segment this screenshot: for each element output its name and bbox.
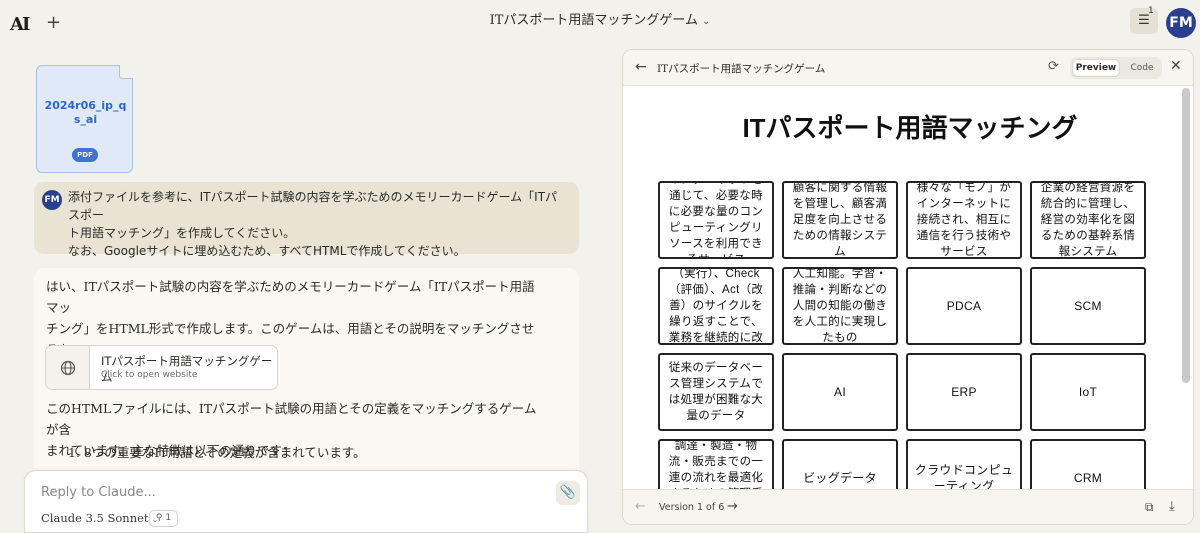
memory-card[interactable]: ビッグデータ <box>782 439 898 489</box>
close-icon[interactable]: ✕ <box>1170 58 1182 74</box>
sliders-icon[interactable]: ☰ <box>1130 8 1158 34</box>
paperclip-icon[interactable]: 📎 <box>556 481 580 505</box>
next-version-arrow-icon[interactable]: → <box>727 499 738 514</box>
artifact-panel-header: ← ITパスポート用語マッチングゲーム ⟳ Preview Code ✕ <box>623 50 1193 86</box>
conversation-title[interactable]: ITパスポート用語マッチングゲーム ⌄ <box>0 9 1200 28</box>
memory-card[interactable]: 顧客に関する情報を管理し、顧客満足度を向上させるための情報システム <box>782 181 898 259</box>
previous-version-arrow-icon[interactable]: ← <box>635 499 646 514</box>
refresh-icon[interactable]: ⟳ <box>1048 59 1059 74</box>
artifact-panel-footer: ← Version 1 of 6 → ⧉ ⤓ <box>623 489 1193 524</box>
artifact-card-title: ITパスポート用語マッチングゲーム <box>101 354 273 384</box>
chevron-down-icon: ⌄ <box>702 16 711 27</box>
memory-card[interactable]: 様々な「モノ」がインターネットに接続され、相互に通信を行う技術やサービス <box>906 181 1022 259</box>
assistant-text-line: このHTMLファイルには、ITパスポート試験の用語とその定義をマッチングするゲー… <box>46 401 537 437</box>
artifact-card[interactable]: ITパスポート用語マッチングゲーム Click to open website <box>45 345 278 390</box>
attachment-file-name: 2024r06_ip_qs_ai <box>44 99 127 126</box>
back-arrow-icon[interactable]: ← <box>635 59 647 75</box>
download-icon[interactable]: ⤓ <box>1169 499 1175 514</box>
view-toggle: Preview Code <box>1070 57 1162 79</box>
copy-icon[interactable]: ⧉ <box>1145 500 1154 515</box>
user-message: FM 添付ファイルを参考に、ITパスポート試験の内容を学ぶためのメモリーカードゲ… <box>34 182 579 258</box>
user-message-text: 添付ファイルを参考に、ITパスポート試験の内容を学ぶためのメモリーカードゲーム「… <box>68 188 568 260</box>
project-count-chip[interactable]: ⚲ 1 <box>149 510 178 527</box>
user-avatar[interactable]: FM <box>1166 8 1196 38</box>
model-name: Claude 3.5 Sonnet <box>41 511 149 525</box>
assistant-message: はい、ITパスポート試験の内容を学ぶためのメモリーカードゲーム「ITパスポート用… <box>34 268 579 478</box>
file-type-badge: PDF <box>72 148 98 162</box>
user-text-line: ト用語マッチング」を作成してください。 <box>68 226 296 240</box>
attachment-card[interactable]: 2024r06_ip_qs_ai PDF <box>36 65 133 173</box>
memory-card[interactable]: 人工知能。学習・推論・判断などの人間の知能の働きを人工的に実現したもの <box>782 267 898 345</box>
memory-card[interactable]: インターネットを通じて、必要な時に必要な量のコンピューティングリソースを利用でき… <box>658 181 774 259</box>
conversation-title-text: ITパスポート用語マッチングゲーム <box>489 13 699 28</box>
reply-composer[interactable]: Reply to Claude... 📎 Claude 3.5 Sonnet ⌄ … <box>24 470 588 533</box>
artifact-panel-title: ITパスポート用語マッチングゲーム <box>657 63 826 75</box>
artifact-panel: ← ITパスポート用語マッチングゲーム ⟳ Preview Code ✕ ITパ… <box>622 49 1194 525</box>
assistant-text-line: はい、ITパスポート試験の内容を学ぶためのメモリーカードゲーム「ITパスポート用… <box>46 279 535 315</box>
memory-card[interactable]: ERP <box>906 353 1022 431</box>
user-text-line: 添付ファイルを参考に、ITパスポート試験の内容を学ぶためのメモリーカードゲーム「… <box>68 190 558 222</box>
list-item: 1. 8つの重要なIT用語とその定義が含まれています。 <box>68 445 366 460</box>
reply-input[interactable]: Reply to Claude... <box>41 485 156 500</box>
globe-icon <box>46 346 90 389</box>
memory-card[interactable]: AI <box>782 353 898 431</box>
artifact-preview: ITパスポート用語マッチング インターネットを通じて、必要な時に必要な量のコンピ… <box>623 86 1193 489</box>
memory-card[interactable]: 調達・製造・物流・販売までの一連の流れを最適化するための管理手法 <box>658 439 774 489</box>
memory-card[interactable]: Plan（計画）、Do（実行）、Check（評価）、Act（改善）のサイクルを繰… <box>658 267 774 345</box>
memory-card[interactable]: PDCA <box>906 267 1022 345</box>
memory-card[interactable]: IoT <box>1030 353 1146 431</box>
chip-count: 1 <box>165 513 172 523</box>
memory-card[interactable]: CRM <box>1030 439 1146 489</box>
code-tab[interactable]: Code <box>1124 59 1160 77</box>
memory-card[interactable]: クラウドコンピューティング <box>906 439 1022 489</box>
user-message-avatar: FM <box>42 190 62 210</box>
preview-scrollbar[interactable] <box>1182 88 1190 383</box>
memory-card[interactable]: 従来のデータベース管理システムでは処理が困難な大量のデータ <box>658 353 774 431</box>
version-indicator: Version 1 of 6 <box>659 502 725 513</box>
tune-count-badge: 1 <box>1148 6 1154 16</box>
artifact-card-subtitle: Click to open website <box>101 370 198 380</box>
user-text-line: なお、Googleサイトに埋め込むため、すべてHTMLで作成してください。 <box>68 244 466 258</box>
model-selector[interactable]: Claude 3.5 Sonnet ⌄ <box>41 511 158 525</box>
top-bar: AI + ITパスポート用語マッチングゲーム ⌄ ☰ 1 FM <box>0 0 1200 48</box>
file-fold-icon <box>119 65 133 79</box>
memory-card[interactable]: 企業の経営資源を統合的に管理し、経営の効率化を図るための基幹系情報システム <box>1030 181 1146 259</box>
game-title: ITパスポート用語マッチング <box>742 113 1078 143</box>
memory-card[interactable]: SCM <box>1030 267 1146 345</box>
preview-tab[interactable]: Preview <box>1072 59 1120 77</box>
